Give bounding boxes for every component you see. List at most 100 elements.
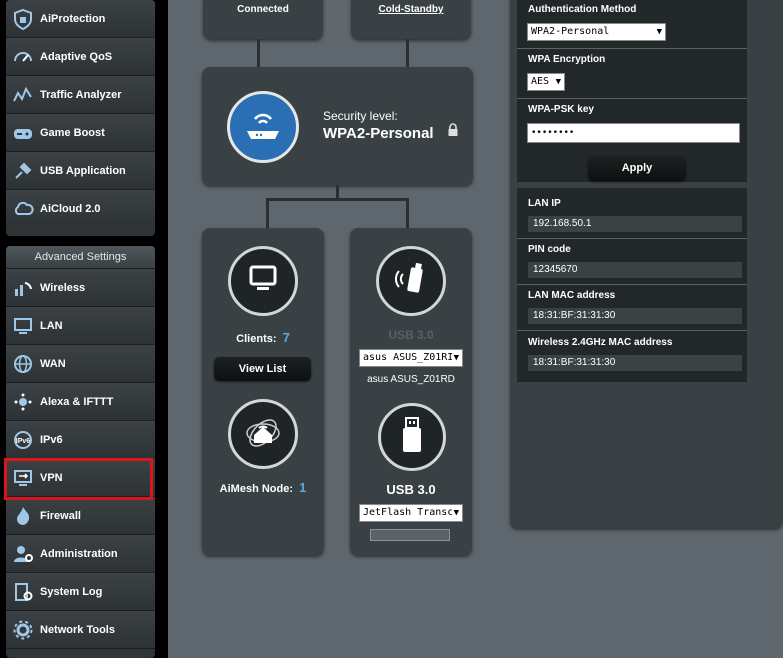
computer-monitor-icon	[248, 265, 278, 298]
aimesh-icon-circle[interactable]	[228, 399, 298, 469]
auth-method-value: WPA2-Personal	[531, 26, 610, 37]
cloud-icon	[10, 196, 36, 222]
sidebar-item-ipv6[interactable]: IPv6 IPv6	[6, 421, 155, 459]
usb2-device-select-value: JetFlash Transc	[363, 507, 454, 518]
divider	[517, 48, 747, 49]
sidebar-item-firewall[interactable]: Firewall	[6, 497, 155, 535]
lan-mac-value: 18:31:BF:31:31:30	[528, 308, 742, 324]
lan-info-section: LAN IP 192.168.50.1 PIN code 12345670 LA…	[517, 188, 747, 382]
wireless-settings-panel: Authentication Method WPA2-Personal ▼ WPA…	[510, 0, 783, 528]
lock-icon	[447, 123, 459, 142]
sidebar-item-administration[interactable]: Administration	[6, 535, 155, 573]
flame-icon	[10, 503, 36, 529]
sidebar-item-lan[interactable]: LAN	[6, 307, 155, 345]
lan-mac-label: LAN MAC address	[528, 290, 616, 301]
clients-label-row: Clients: 7	[202, 330, 324, 345]
wireless-mac-value: 18:31:BF:31:31:30	[528, 355, 742, 371]
security-level-value: WPA2-Personal	[323, 125, 434, 142]
sidebar-item-game-boost[interactable]: Game Boost	[6, 114, 155, 152]
sidebar-item-adaptive-qos[interactable]: Adaptive QoS	[6, 38, 155, 76]
sidebar-item-label: LAN	[40, 319, 63, 332]
sidebar: AiProtection Adaptive QoS Traffic Analyz…	[0, 0, 168, 658]
connector-line	[257, 39, 260, 67]
usb1-device-select-value: asus ASUS_Z01RI	[363, 352, 454, 363]
cold-standby-link[interactable]: Cold-Standby	[351, 4, 471, 15]
divider	[517, 238, 747, 239]
auth-method-select[interactable]: WPA2-Personal ▼	[527, 23, 666, 41]
aimesh-label-row: AiMesh Node: 1	[202, 480, 324, 495]
sidebar-item-aiprotection[interactable]: AiProtection	[6, 0, 155, 38]
usb2-device-select[interactable]: JetFlash Transc ▼	[359, 504, 463, 522]
network-map-area: Connected Cold-Standby Security level: W…	[168, 0, 783, 658]
wpa-psk-label: WPA-PSK key	[528, 104, 594, 115]
sidebar-general-group: AiProtection Adaptive QoS Traffic Analyz…	[6, 0, 155, 236]
svg-text:IPv6: IPv6	[16, 438, 31, 445]
chevron-down-icon: ▼	[656, 27, 662, 37]
connector-line	[406, 198, 409, 228]
wpa-encryption-select[interactable]: AES ▼	[527, 73, 565, 91]
sidebar-item-wan[interactable]: WAN	[6, 345, 155, 383]
usb-plug-icon	[10, 158, 36, 184]
usb1-icon-circle[interactable]	[376, 246, 446, 316]
clients-label: Clients:	[236, 333, 277, 345]
sidebar-item-label: WAN	[40, 357, 66, 370]
connector-line	[406, 39, 409, 67]
wpa-psk-input[interactable]: ••••••••	[527, 123, 740, 143]
sidebar-item-aicloud[interactable]: AiCloud 2.0	[6, 190, 155, 228]
sidebar-item-label: Alexa & IFTTT	[40, 395, 114, 408]
sidebar-item-label: Firewall	[40, 509, 81, 522]
apply-button[interactable]: Apply	[588, 156, 686, 181]
sidebar-item-label: AiCloud 2.0	[40, 203, 101, 215]
sidebar-item-wireless[interactable]: Wireless	[6, 269, 155, 307]
view-list-button[interactable]: View List	[214, 357, 311, 381]
internet-status-panel[interactable]: Connected	[203, 0, 323, 39]
pin-code-label: PIN code	[528, 244, 571, 255]
divider	[517, 98, 747, 99]
usb1-device-name: asus ASUS_Z01RD	[367, 374, 455, 385]
sidebar-item-label: AiProtection	[40, 12, 106, 25]
monitor-network-icon	[10, 313, 36, 339]
gamepad-icon	[10, 120, 36, 146]
clients-count: 7	[282, 330, 290, 345]
aimesh-node-count: 1	[299, 480, 307, 495]
globe-icon	[10, 351, 36, 377]
router-panel[interactable]: Security level: WPA2-Personal	[202, 67, 473, 185]
log-gear-icon	[10, 579, 36, 605]
sidebar-item-label: System Log	[40, 585, 103, 598]
sidebar-item-network-tools[interactable]: Network Tools	[6, 611, 155, 649]
sidebar-item-alexa-ifttt[interactable]: Alexa & IFTTT	[6, 383, 155, 421]
lan-ip-label: LAN IP	[528, 198, 561, 209]
usb1-device-select[interactable]: asus ASUS_Z01RI ▼	[359, 349, 463, 367]
chevron-down-icon: ▼	[451, 505, 459, 521]
sidebar-item-label: Wireless	[40, 281, 86, 294]
wifi-signal-icon	[10, 275, 36, 301]
divider	[517, 330, 747, 331]
chevron-down-icon: ▼	[555, 77, 561, 87]
usb-flash-drive-icon	[400, 416, 424, 459]
wireless-mac-label: Wireless 2.4GHz MAC address	[528, 337, 673, 348]
connector-line	[336, 185, 339, 199]
aimesh-node-label: AiMesh Node:	[219, 483, 294, 495]
aimesh-status-panel[interactable]: Cold-Standby	[351, 0, 471, 39]
alexa-icon	[10, 389, 36, 415]
lan-ip-value: 192.168.50.1	[528, 216, 742, 232]
router-icon-circle[interactable]	[227, 91, 299, 163]
clients-icon-circle[interactable]	[228, 246, 298, 316]
vpn-highlight-box	[4, 458, 153, 500]
usb2-progress-bar	[370, 529, 450, 541]
usb-panel: USB 3.0 asus ASUS_Z01RI ▼ asus ASUS_Z01RD…	[350, 228, 472, 555]
wireless-settings-section: Authentication Method WPA2-Personal ▼ WPA…	[517, 0, 747, 182]
sidebar-item-label: USB Application	[40, 164, 126, 177]
sidebar-item-label: Game Boost	[40, 126, 105, 139]
speedometer-icon	[10, 44, 36, 70]
aimesh-house-icon	[245, 415, 281, 454]
sidebar-item-label: IPv6	[40, 433, 63, 446]
sidebar-item-traffic-analyzer[interactable]: Traffic Analyzer	[6, 76, 155, 114]
shield-icon	[10, 6, 36, 32]
sidebar-item-label: Traffic Analyzer	[40, 88, 122, 101]
sidebar-item-system-log[interactable]: System Log	[6, 573, 155, 611]
usb2-icon-circle[interactable]	[378, 403, 446, 471]
clients-panel: Clients: 7 View List AiMesh Node: 1	[202, 228, 324, 555]
sidebar-item-usb-application[interactable]: USB Application	[6, 152, 155, 190]
usb1-title: USB 3.0	[388, 328, 434, 342]
